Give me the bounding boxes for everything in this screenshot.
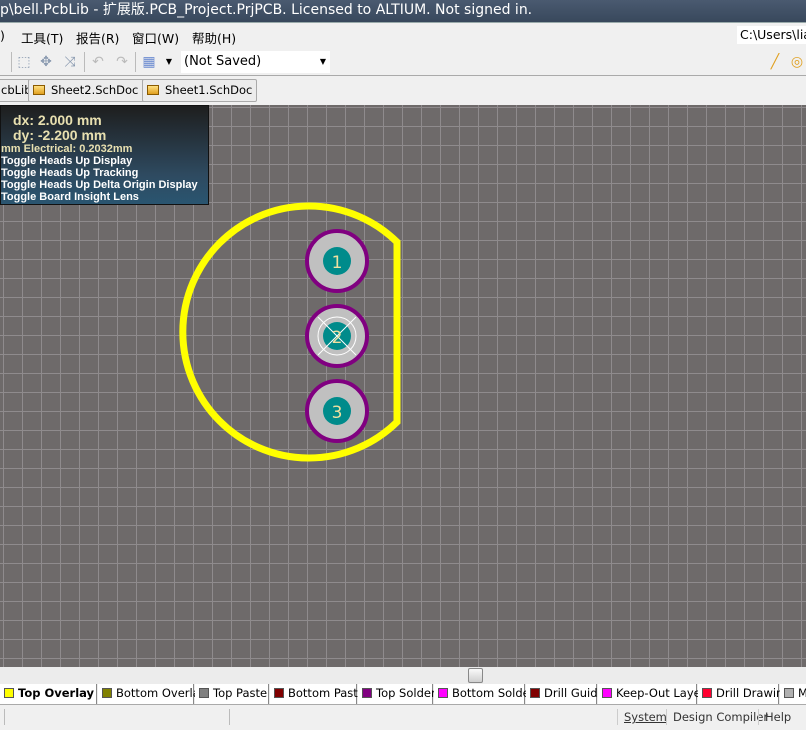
horizontal-scrollbar[interactable] — [0, 667, 806, 683]
layer-tab-drill-drawing[interactable]: Drill Drawing — [698, 684, 791, 704]
hud-dy: dy: -2.200 mm — [13, 127, 107, 143]
layer-color-swatch — [530, 688, 540, 698]
layer-tab-top-paste[interactable]: Top Paste — [195, 684, 269, 704]
layer-tab-keep-out[interactable]: Keep-Out Layer — [598, 684, 705, 704]
doc-tab-sheet1[interactable]: Sheet1.SchDoc — [142, 79, 258, 102]
view-config-select[interactable]: (Not Saved) ▼ — [181, 51, 330, 73]
schematic-doc-icon — [33, 85, 45, 95]
menu-item-reports[interactable]: 报告(R) — [76, 28, 119, 47]
view-config-value: (Not Saved) — [184, 54, 262, 69]
layer-color-swatch — [438, 688, 448, 698]
layer-tab-label: Top Solder — [376, 686, 436, 700]
menu-item-help[interactable]: 帮助(H) — [192, 28, 236, 47]
hud-shortcut: Toggle Board Insight Lens — [1, 191, 139, 203]
layer-color-swatch — [199, 688, 209, 698]
menu-item-tools[interactable]: 工具(T) — [21, 28, 63, 47]
document-tabs: cbLib Sheet2.SchDoc * Sheet1.SchDoc — [0, 77, 806, 105]
undo-icon[interactable]: ↶ — [89, 53, 107, 71]
doc-tab-sheet2[interactable]: Sheet2.SchDoc * — [28, 79, 153, 102]
menu-item-design[interactable]: ) — [0, 28, 5, 43]
heads-up-display: dx: 2.000 mm dy: -2.200 mm mm Electrical… — [0, 105, 209, 205]
layer-tab-label: Drill Guide — [544, 686, 605, 700]
layer-color-swatch — [602, 688, 612, 698]
hud-shortcut: Toggle Heads Up Delta Origin Display — [1, 179, 198, 191]
layer-tab-label: M — [798, 686, 806, 700]
layer-tab-label: Bottom Overlay — [116, 686, 207, 700]
path-field[interactable]: C:\Users\lia — [737, 26, 806, 44]
pad-1: 1 — [305, 229, 369, 293]
layer-tab-top-solder[interactable]: Top Solder — [358, 684, 436, 704]
status-system-button[interactable]: System — [617, 709, 673, 725]
grid-icon[interactable]: ▦ — [140, 53, 158, 71]
line-icon[interactable]: ╱ — [766, 53, 784, 71]
layer-tab-drill-guide[interactable]: Drill Guide — [526, 684, 605, 704]
pad-icon[interactable]: ◎ — [788, 53, 806, 71]
chevron-down-icon: ▼ — [319, 57, 326, 66]
layer-tab-bottom-paste[interactable]: Bottom Paste — [270, 684, 365, 704]
doc-tab-label: Sheet2.SchDoc * — [51, 83, 148, 97]
layer-tab-bottom-overlay[interactable]: Bottom Overlay — [98, 684, 207, 704]
layer-tab-top-overlay[interactable]: Top Overlay — [0, 684, 97, 704]
menu-bar: ) 工具(T) 报告(R) 窗口(W) 帮助(H) — [0, 22, 806, 48]
hud-electrical: mm Electrical: 0.2032mm — [1, 143, 133, 155]
layer-tab-label: Bottom Solder — [452, 686, 535, 700]
pad-label: 3 — [332, 403, 343, 423]
layer-color-swatch — [102, 688, 112, 698]
window-title: p\bell.PcbLib - 扩展版.PCB_Project.PrjPCB. … — [0, 0, 806, 22]
hud-shortcut: Toggle Heads Up Display — [1, 155, 133, 167]
status-bar: System Design Compiler Help — [0, 706, 806, 730]
pad-label: 2 — [332, 328, 343, 348]
status-help-button[interactable]: Help — [758, 709, 797, 725]
layer-tabs: Top Overlay Bottom Overlay Top Paste Bot… — [0, 683, 806, 705]
layer-tab-bottom-solder[interactable]: Bottom Solder — [434, 684, 534, 704]
pad-2: 2 — [305, 304, 369, 368]
layer-color-swatch — [702, 688, 712, 698]
doc-tab-label: cbLib — [1, 83, 32, 97]
layer-tab-label: Keep-Out Layer — [616, 686, 706, 700]
redo-icon[interactable]: ↷ — [113, 53, 131, 71]
grid-dropdown-icon[interactable]: ▼ — [160, 53, 178, 71]
layer-tab-label: Bottom Paste — [288, 686, 365, 700]
pad-3: 3 — [305, 379, 369, 443]
layer-tab-mechanical[interactable]: M — [780, 684, 806, 704]
cross-select-icon[interactable]: ⤨ — [61, 53, 79, 71]
hud-shortcut: Toggle Heads Up Tracking — [1, 167, 139, 179]
move-icon[interactable]: ✥ — [37, 53, 55, 71]
scrollbar-thumb[interactable] — [468, 668, 483, 683]
select-rect-icon[interactable]: ⬚ — [15, 53, 33, 71]
layer-color-swatch — [4, 688, 14, 698]
hud-dx: dx: 2.000 mm — [13, 112, 102, 128]
schematic-doc-icon — [147, 85, 159, 95]
layer-tab-label: Top Paste — [213, 686, 268, 700]
menu-item-window[interactable]: 窗口(W) — [132, 28, 179, 47]
layer-color-swatch — [362, 688, 372, 698]
pcb-canvas[interactable]: 1 2 3 dx: 2.000 mm dy: -2.200 mm mm Elec… — [0, 105, 806, 667]
toolbar: ⬚ ✥ ⤨ ↶ ↷ ▦ ▼ ╱ ◎ — [0, 48, 806, 76]
layer-tab-label: Top Overlay — [18, 686, 95, 700]
layer-color-swatch — [274, 688, 284, 698]
pad-label: 1 — [332, 253, 343, 273]
doc-tab-label: Sheet1.SchDoc — [165, 83, 253, 97]
layer-color-swatch — [784, 688, 794, 698]
